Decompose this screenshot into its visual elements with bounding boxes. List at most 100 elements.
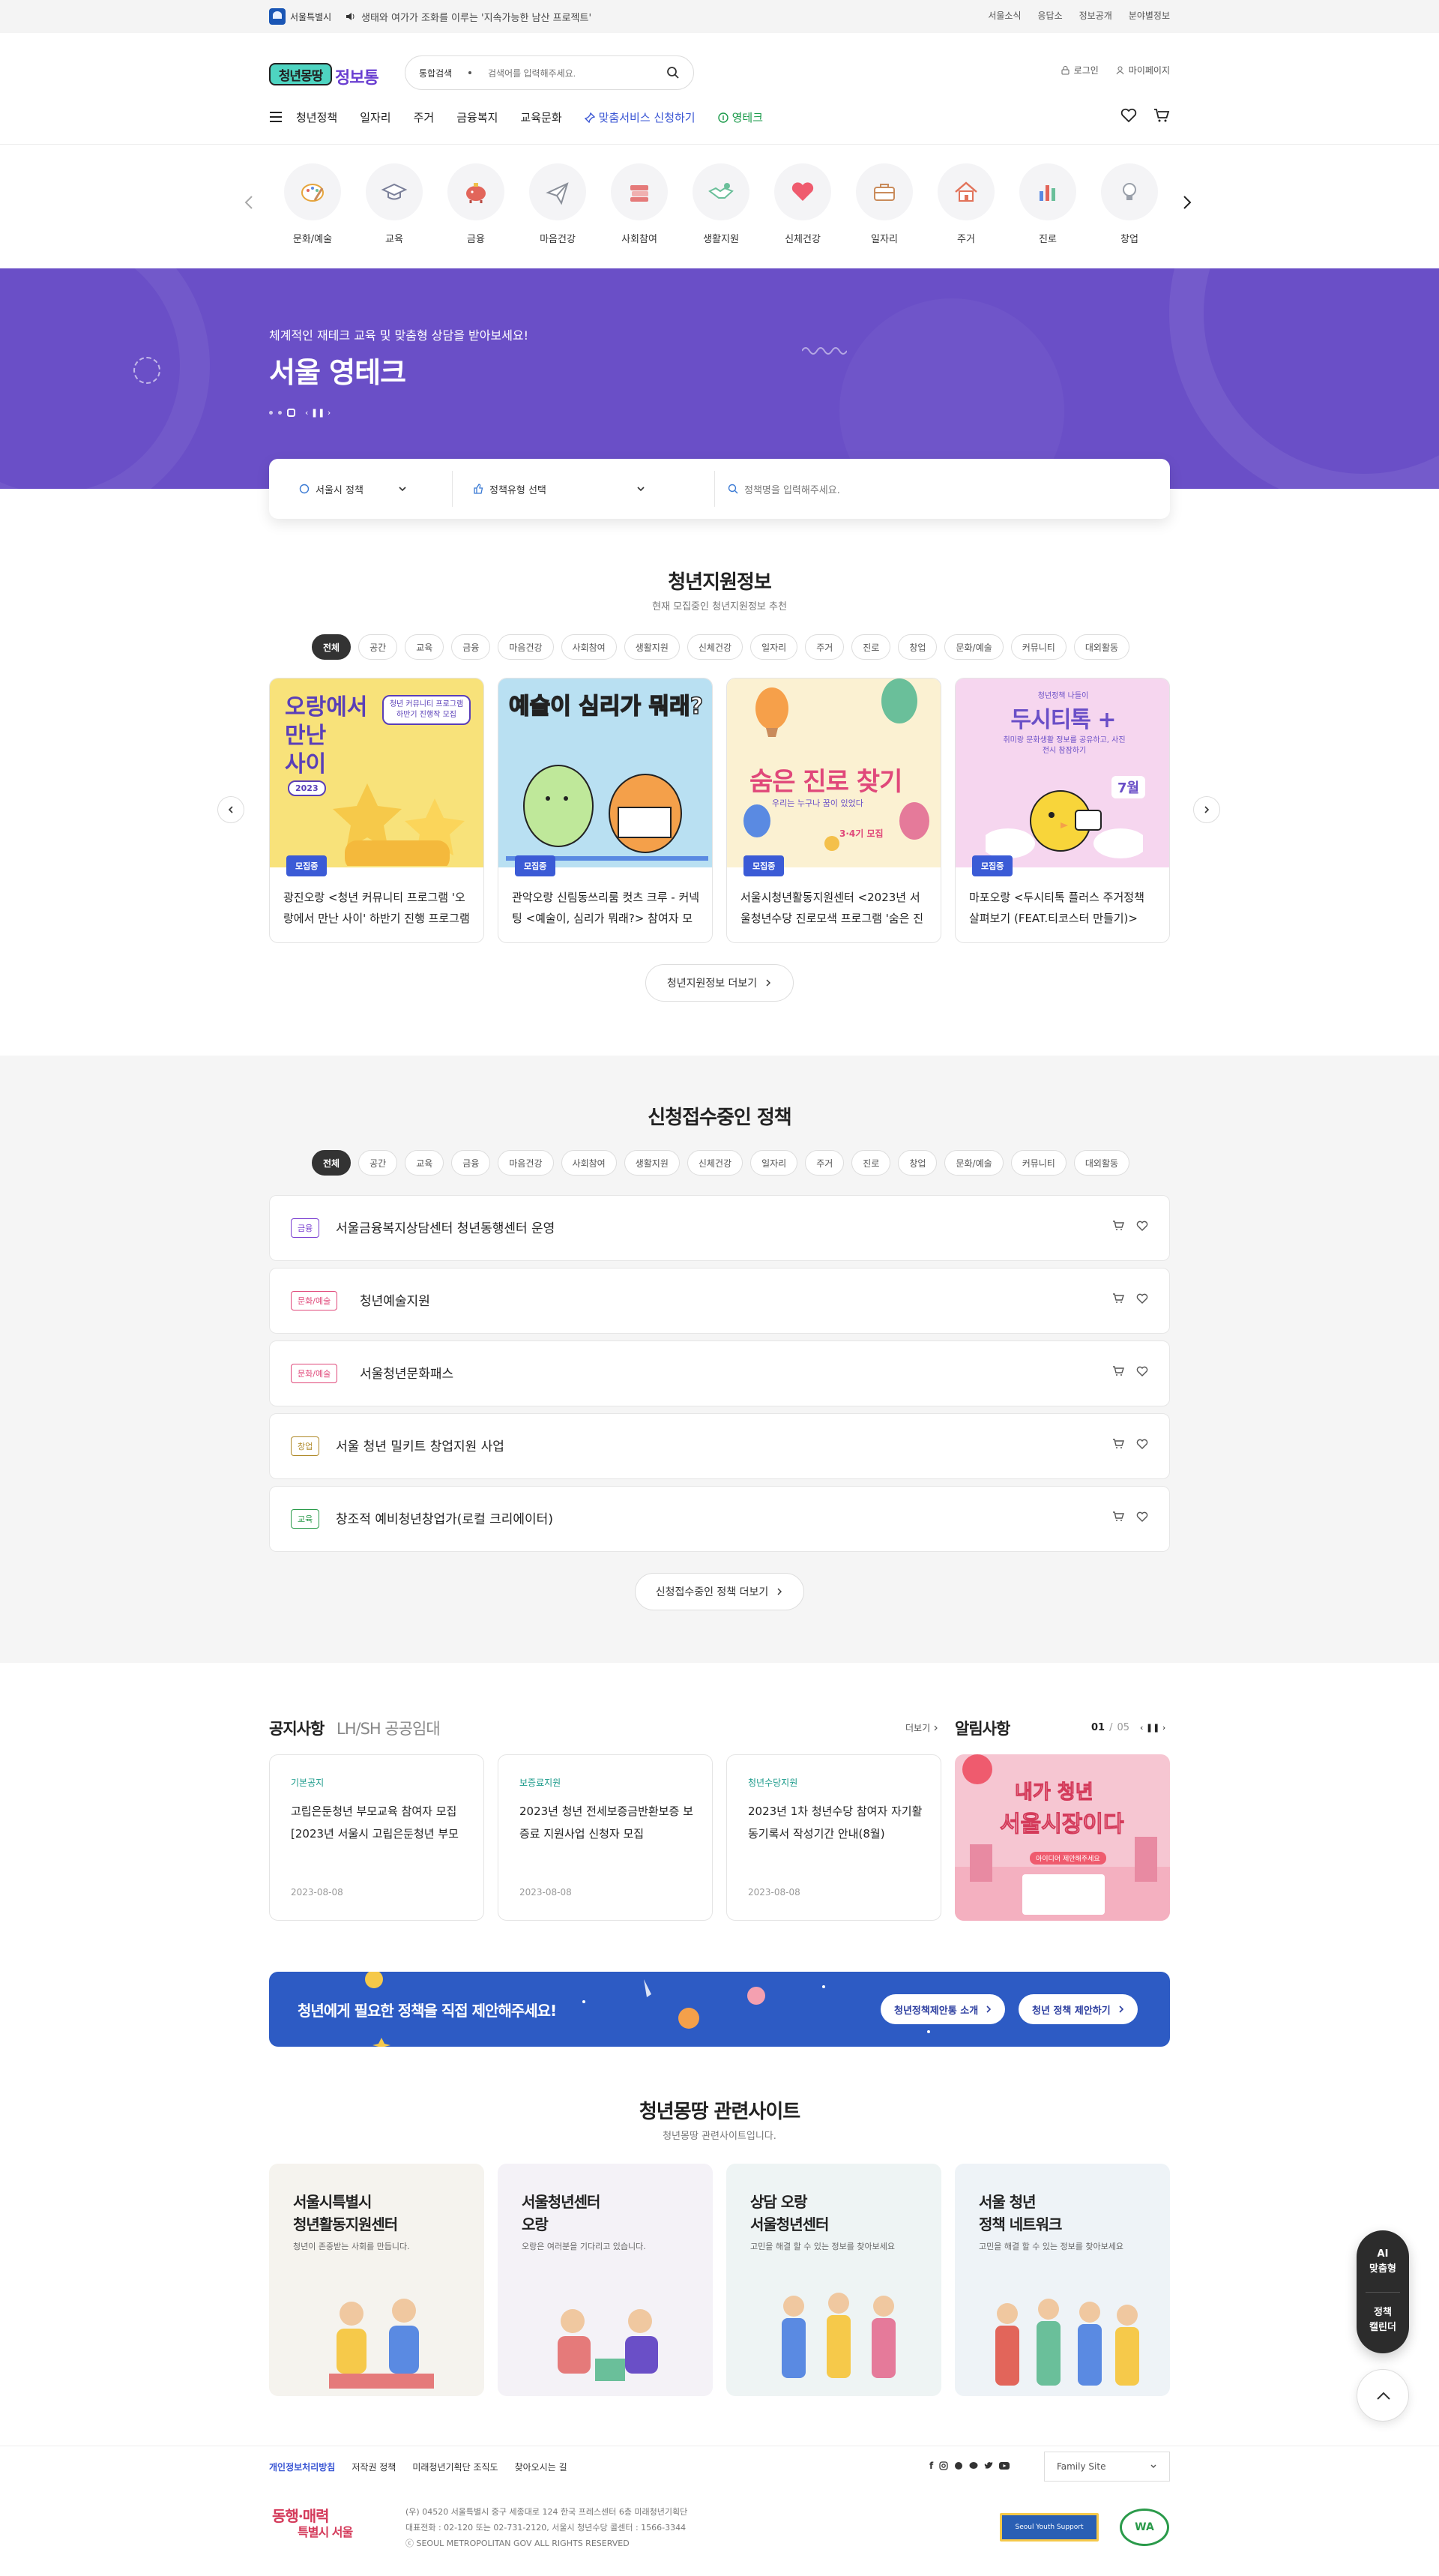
policy-row[interactable]: 문화/예술 서울청년문화패스: [269, 1340, 1170, 1406]
policy-type-select[interactable]: 정책유형 선택: [473, 459, 683, 519]
site-logo[interactable]: 청년몽땅 정보통: [269, 58, 381, 90]
filter-chip[interactable]: 진로: [851, 1150, 891, 1176]
filter-chip[interactable]: 일자리: [750, 1150, 798, 1176]
category-item-housing[interactable]: 주거: [936, 163, 996, 245]
cart-icon[interactable]: [1112, 1292, 1124, 1304]
category-next-arrow-icon[interactable]: [1177, 193, 1195, 211]
category-prev-arrow-icon[interactable]: [241, 193, 259, 211]
heart-icon[interactable]: [1136, 1365, 1148, 1377]
related-site-card[interactable]: 서울 청년 정책 네트워크 고민을 해결 할 수 있는 정보를 찾아보세요: [955, 2164, 1170, 2396]
related-site-card[interactable]: 서울청년센터 오랑 오랑은 여러분을 기다리고 있습니다.: [498, 2164, 713, 2396]
scroll-top-button[interactable]: [1357, 2369, 1409, 2422]
heart-icon[interactable]: [1136, 1220, 1148, 1232]
seoul-slogan-logo[interactable]: 동행·매력 특별시 서울: [269, 2504, 389, 2542]
policy-row[interactable]: 교육 창조적 예비청년창업가(로컬 크리에이터): [269, 1486, 1170, 1552]
filter-chip[interactable]: 커뮤니티: [1010, 1150, 1067, 1176]
filter-chip[interactable]: 진로: [851, 634, 891, 660]
instagram-icon[interactable]: [939, 2461, 948, 2470]
banner-dot[interactable]: [269, 411, 273, 415]
category-item-jobs[interactable]: 일자리: [854, 163, 914, 245]
youth-info-card[interactable]: 숨은 진로 찾기 우리는 누구나 꿈이 있었다 3·4기 모집 모집중 서울시청…: [726, 678, 941, 943]
filter-chip[interactable]: 사회참여: [561, 634, 617, 660]
cart-icon[interactable]: [1112, 1365, 1124, 1377]
filter-chip-all[interactable]: 전체: [312, 634, 352, 660]
notice-card[interactable]: 기본공지 고립은둔청년 부모교육 참여자 모집 [2023년 서울시 고립은둔청…: [269, 1754, 484, 1921]
filter-chip[interactable]: 창업: [898, 634, 938, 660]
footer-link-copyright[interactable]: 저작권 정책: [352, 2461, 396, 2473]
filter-chip[interactable]: 신체건강: [687, 1150, 743, 1176]
kakao-icon[interactable]: [969, 2461, 978, 2470]
propose-policy-button[interactable]: 청년 정책 제안하기: [1019, 1994, 1138, 2024]
nav-item-jobs[interactable]: 일자리: [360, 109, 390, 125]
mypage-link[interactable]: 마이페이지: [1115, 64, 1170, 76]
youth-info-card[interactable]: 오랑에서 만난 사이 청년 커뮤니티 프로그램 하반기 진행작 모집 2023 모집…: [269, 678, 484, 943]
policy-row[interactable]: 문화/예술 청년예술지원: [269, 1268, 1170, 1334]
footer-link-privacy[interactable]: 개인정보처리방침: [269, 2461, 335, 2473]
twitter-icon[interactable]: [984, 2461, 993, 2470]
hero-banner[interactable]: 체계적인 재테크 교육 및 맞춤형 상담을 받아보세요! 서울 영테크 ‹ ❚❚…: [0, 268, 1439, 489]
filter-chip[interactable]: 주거: [805, 1150, 845, 1176]
category-item-education[interactable]: 교육: [364, 163, 424, 245]
filter-chip[interactable]: 일자리: [750, 634, 798, 660]
notice-card[interactable]: 보증료지원 2023년 청년 전세보증금반환보증 보증료 지원사업 신청자 모집…: [498, 1754, 713, 1921]
notice-card[interactable]: 청년수당지원 2023년 1차 청년수당 참여자 자기활동기록서 작성기간 안내…: [726, 1754, 941, 1921]
cart-icon[interactable]: [1153, 108, 1170, 123]
nav-item-housing[interactable]: 주거: [414, 109, 435, 125]
footer-link-org-chart[interactable]: 미래청년기획단 조직도: [412, 2461, 498, 2473]
category-item-social[interactable]: 사회참여: [609, 163, 669, 245]
cart-icon[interactable]: [1112, 1438, 1124, 1450]
seoul-gov-logo[interactable]: 서울특별시: [269, 7, 331, 25]
policy-calendar-button[interactable]: 정책 캘린더: [1357, 2305, 1409, 2335]
filter-chip[interactable]: 주거: [805, 634, 845, 660]
util-link-response[interactable]: 응답소: [1038, 9, 1063, 22]
category-item-physical[interactable]: 신체건강: [773, 163, 833, 245]
filter-chip[interactable]: 문화/예술: [944, 634, 1004, 660]
util-link-news[interactable]: 서울소식: [988, 9, 1021, 22]
youth-info-card[interactable]: 예술이 심리가 뭐래? 모집중 관악오랑 신림동쓰리룸 컷츠 크루 - 커넥팅 …: [498, 678, 713, 943]
region-select[interactable]: 서울시 정책: [299, 459, 434, 519]
filter-chip[interactable]: 문화/예술: [944, 1150, 1004, 1176]
banner-dot-active[interactable]: [287, 409, 295, 417]
cards-next-button[interactable]: [1193, 796, 1220, 823]
top-notice[interactable]: 생태와 여가가 조화를 이루는 '지속가능한 남산 프로젝트': [345, 7, 591, 25]
util-link-info-open[interactable]: 정보공개: [1079, 9, 1112, 22]
login-link[interactable]: 로그인: [1061, 64, 1099, 76]
filter-chip[interactable]: 생활지원: [624, 1150, 680, 1176]
tab-public-rental[interactable]: LH/SH 공공임대: [337, 1717, 441, 1739]
category-item-career[interactable]: 진로: [1018, 163, 1078, 245]
filter-chip[interactable]: 커뮤니티: [1010, 634, 1067, 660]
youth-info-more-button[interactable]: 청년지원정보 더보기: [645, 964, 794, 1002]
filter-chip[interactable]: 신체건강: [687, 634, 743, 660]
filter-chip[interactable]: 공간: [358, 1150, 398, 1176]
heart-icon[interactable]: [1136, 1438, 1148, 1450]
banner-dot[interactable]: [278, 411, 282, 415]
filter-chip[interactable]: 대외활동: [1073, 1150, 1130, 1176]
ai-custom-button[interactable]: AI 맞춤형: [1357, 2247, 1409, 2277]
search-input[interactable]: [488, 65, 653, 82]
filter-chip-all[interactable]: 전체: [312, 1150, 352, 1176]
category-item-finance[interactable]: 금융: [446, 163, 506, 245]
web-accessibility-badge[interactable]: WA: [1120, 2509, 1169, 2546]
category-item-startup[interactable]: 창업: [1099, 163, 1159, 245]
filter-chip[interactable]: 금융: [451, 634, 491, 660]
family-site-select[interactable]: Family Site: [1044, 2452, 1170, 2482]
heart-icon[interactable]: [1136, 1292, 1148, 1304]
filter-chip[interactable]: 교육: [405, 1150, 444, 1176]
filter-chip[interactable]: 공간: [358, 634, 398, 660]
heart-icon[interactable]: [1136, 1511, 1148, 1523]
alert-pager-controls-icon[interactable]: ‹ ❚❚ ›: [1140, 1723, 1165, 1733]
banner-pause-icon[interactable]: ‹ ❚❚ ›: [305, 408, 331, 418]
cart-icon[interactable]: [1112, 1220, 1124, 1232]
filter-chip[interactable]: 대외활동: [1073, 634, 1130, 660]
nav-youngtech[interactable]: 영테크: [717, 109, 763, 125]
footer-link-directions[interactable]: 찾아오시는 길: [515, 2461, 567, 2473]
hamburger-menu-icon[interactable]: [269, 111, 283, 123]
nav-custom-service[interactable]: 맞춤서비스 신청하기: [584, 109, 696, 125]
heart-wishlist-icon[interactable]: [1120, 108, 1137, 123]
category-item-culture[interactable]: 문화/예술: [283, 163, 343, 245]
nav-item-policy[interactable]: 청년정책: [296, 109, 337, 125]
search-category-select[interactable]: 통합검색: [419, 67, 452, 79]
related-site-card[interactable]: 서울시특별시 청년활동지원센터 청년이 존중받는 사회를 만듭니다.: [269, 2164, 484, 2396]
filter-chip[interactable]: 금융: [451, 1150, 491, 1176]
proposal-intro-button[interactable]: 청년정책제안통 소개: [881, 1994, 1006, 2024]
